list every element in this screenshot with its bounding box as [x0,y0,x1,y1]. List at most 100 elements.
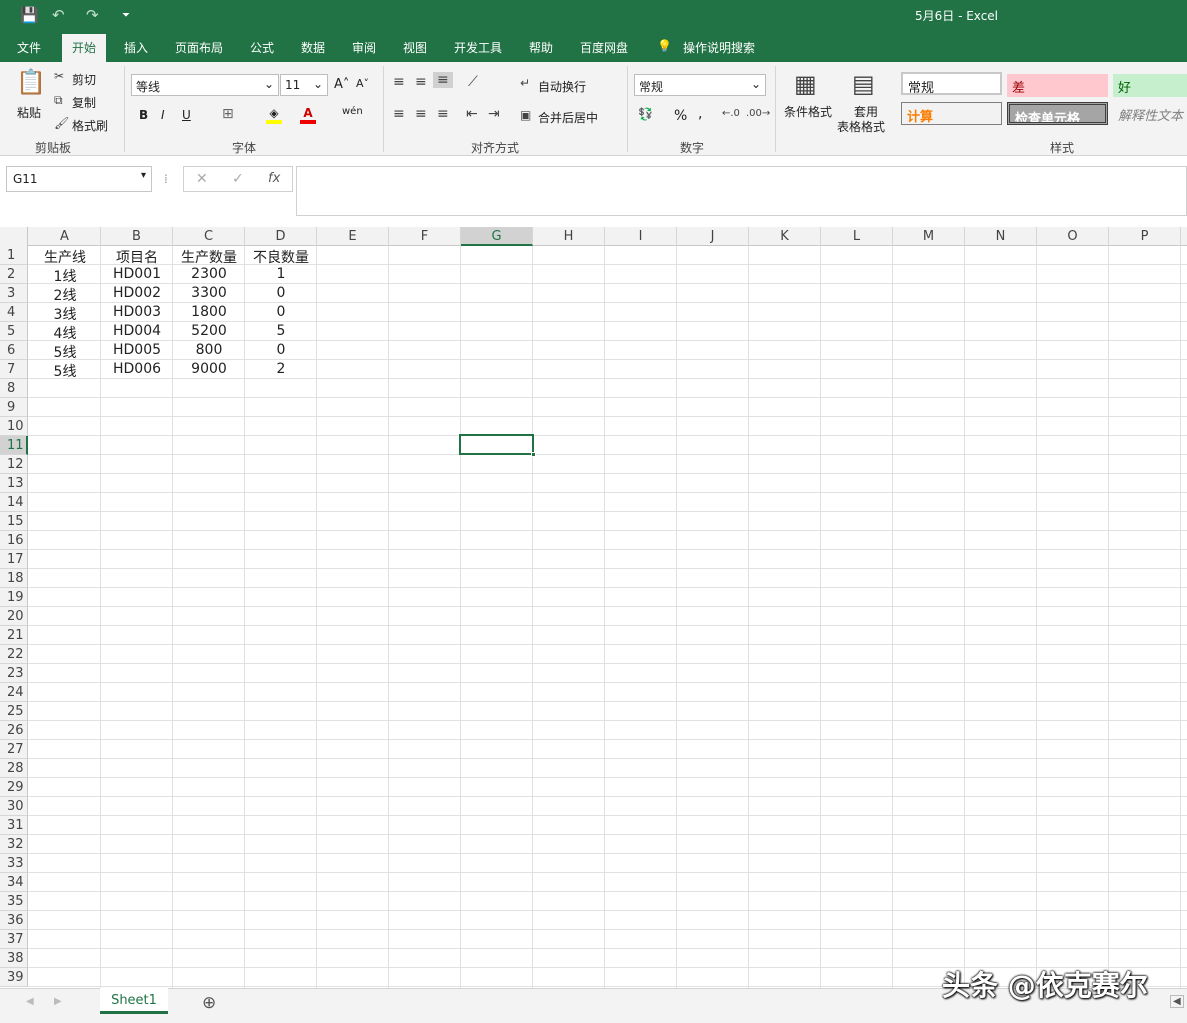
column-header-h[interactable]: H [533,227,605,246]
style-calculation[interactable]: 计算 [901,102,1002,125]
format-as-table-line2[interactable]: 表格格式 [837,118,885,135]
row-header-25[interactable]: 25 [0,702,28,721]
formula-input[interactable] [296,166,1187,216]
row-header-31[interactable]: 31 [0,816,28,835]
data-cell[interactable]: 5线 [29,341,101,361]
decrease-decimal-icon[interactable]: .00→ [746,108,770,119]
data-cell[interactable]: 5线 [29,360,101,380]
column-header-f[interactable]: F [389,227,461,246]
cut-button[interactable]: 剪切 [72,71,96,88]
tab-review[interactable]: 审阅 [352,39,376,56]
row-header-9[interactable]: 9 [0,398,28,417]
shrink-font-button[interactable]: A˅ [356,77,369,90]
bold-button[interactable]: B [139,108,148,122]
scroll-left-icon[interactable]: ◀ [26,996,34,1007]
align-right-icon[interactable]: ≡ [437,106,449,122]
column-header-n[interactable]: N [965,227,1037,246]
row-header-11[interactable]: 11 [0,436,28,455]
column-header-d[interactable]: D [245,227,317,246]
wrap-text-button[interactable]: 自动换行 [538,78,586,95]
column-header-k[interactable]: K [749,227,821,246]
tab-data[interactable]: 数据 [301,39,325,56]
tab-insert[interactable]: 插入 [124,39,148,56]
new-sheet-icon[interactable]: ⊕ [202,993,216,1013]
align-middle-icon[interactable]: ≡ [415,74,427,90]
increase-indent-icon[interactable]: ⇥ [488,106,500,122]
row-header-29[interactable]: 29 [0,778,28,797]
row-header-27[interactable]: 27 [0,740,28,759]
data-cell[interactable]: 1线 [29,265,101,285]
row-header-15[interactable]: 15 [0,512,28,531]
customize-quick-access-icon[interactable]: ⏷ [122,10,130,21]
insert-function-icon[interactable]: fx [268,171,280,186]
tab-file[interactable]: 文件 [17,39,41,56]
data-cell[interactable]: HD002 [101,284,173,303]
row-header-20[interactable]: 20 [0,607,28,626]
row-header-24[interactable]: 24 [0,683,28,702]
grow-font-button[interactable]: A˄ [334,77,349,92]
redo-icon[interactable]: ↷ [86,6,99,24]
merge-center-button[interactable]: 合并后居中 [538,109,598,126]
data-cell[interactable]: HD004 [101,322,173,341]
percent-button[interactable]: % [674,108,687,124]
style-normal[interactable]: 常规 [901,72,1002,95]
font-size-select[interactable]: 11 ⌄ [280,74,328,96]
row-header-30[interactable]: 30 [0,797,28,816]
number-format-select[interactable]: 常规 ⌄ [634,74,766,96]
fill-handle[interactable] [531,452,536,457]
align-bottom-icon[interactable]: ≡ [433,72,453,88]
row-header-17[interactable]: 17 [0,550,28,569]
name-box[interactable]: G11 ▾ [6,166,152,192]
paste-button[interactable]: 粘贴 [17,104,41,121]
tab-baidu-netdisk[interactable]: 百度网盘 [580,39,628,56]
tab-formulas[interactable]: 公式 [250,39,274,56]
data-cell[interactable]: 9000 [173,360,245,379]
header-cell[interactable]: 项目名 [101,246,173,266]
align-left-icon[interactable]: ≡ [393,106,405,122]
row-header-35[interactable]: 35 [0,892,28,911]
column-header-i[interactable]: I [605,227,677,246]
row-header-28[interactable]: 28 [0,759,28,778]
select-all-corner[interactable] [0,227,28,246]
style-good[interactable]: 好 [1113,74,1187,97]
border-button[interactable]: ⊞ [222,106,234,122]
data-cell[interactable]: 1800 [173,303,245,322]
data-cell[interactable]: HD001 [101,265,173,284]
row-header-1[interactable]: 1 [0,246,28,265]
data-cell[interactable]: 3线 [29,303,101,323]
scroll-right-icon[interactable]: ▶ [54,996,62,1007]
column-header-g[interactable]: G [461,227,533,246]
tab-help[interactable]: 帮助 [529,39,553,56]
tab-developer[interactable]: 开发工具 [454,39,502,56]
header-cell[interactable]: 生产线 [29,246,101,266]
column-header-m[interactable]: M [893,227,965,246]
data-cell[interactable]: 1 [245,265,317,284]
row-header-3[interactable]: 3 [0,284,28,303]
paste-icon[interactable]: 📋 [16,68,46,96]
font-name-select[interactable]: 等线 ⌄ [131,74,279,96]
font-color-button[interactable]: A [300,106,316,124]
row-header-21[interactable]: 21 [0,626,28,645]
undo-icon[interactable]: ↶ [52,6,65,24]
data-cell[interactable]: 800 [173,341,245,360]
column-header-j[interactable]: J [677,227,749,246]
column-header-e[interactable]: E [317,227,389,246]
column-header-b[interactable]: B [101,227,173,246]
data-cell[interactable]: 0 [245,341,317,360]
sheet-tab-sheet1[interactable]: Sheet1 [100,988,168,1014]
italic-button[interactable]: I [161,108,165,122]
style-bad[interactable]: 差 [1007,74,1108,97]
row-header-33[interactable]: 33 [0,854,28,873]
data-cell[interactable]: 3300 [173,284,245,303]
column-header-p[interactable]: P [1109,227,1181,246]
data-cell[interactable]: HD006 [101,360,173,379]
style-check-cell[interactable]: 检查单元格 [1007,102,1108,125]
row-header-16[interactable]: 16 [0,531,28,550]
row-header-12[interactable]: 12 [0,455,28,474]
row-header-13[interactable]: 13 [0,474,28,493]
accounting-format-icon[interactable]: 💱 [638,107,653,121]
format-painter-button[interactable]: 格式刷 [72,117,108,134]
header-cell[interactable]: 不良数量 [245,246,317,266]
column-header-a[interactable]: A [29,227,101,246]
tab-home[interactable]: 开始 [62,34,107,62]
